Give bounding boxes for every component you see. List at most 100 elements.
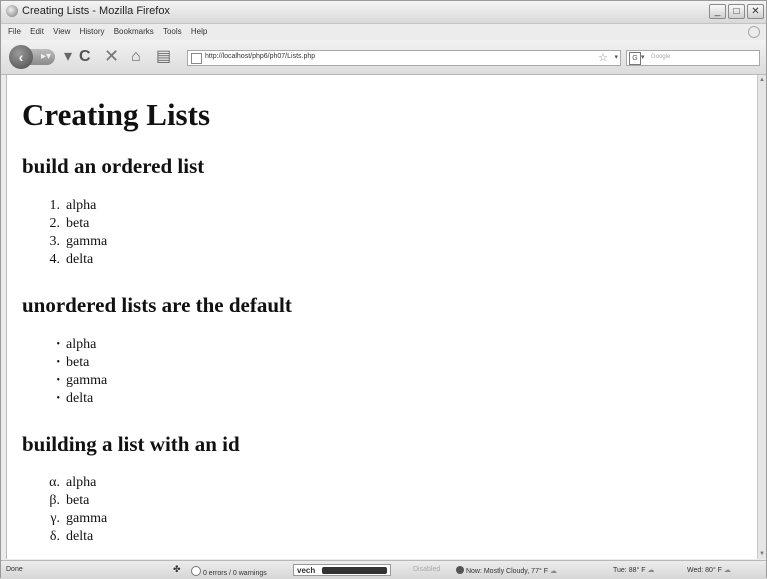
page-title: Creating Lists [22, 97, 211, 132]
vertical-scrollbar[interactable]: ▲ ▼ [757, 75, 766, 559]
weather-wed[interactable]: Wed: 80° F ☁ [687, 566, 731, 574]
firefox-icon [6, 5, 18, 17]
bullet-icon: • [56, 375, 60, 386]
list-item-text: gamma [66, 511, 108, 526]
navigation-toolbar: ▸▾ ‹ ▾ C ✕ ⌂ ▤ http://localhost/php6/ph0… [1, 40, 766, 75]
list-item: α. alpha [41, 474, 107, 492]
list-item: • gamma [41, 372, 107, 390]
disabled-status[interactable]: Disabled [413, 566, 440, 573]
dropdown-icon[interactable]: ▾ [64, 49, 72, 65]
list-item: 4. delta [41, 251, 107, 269]
weather-now[interactable]: Now: Mostly Cloudy, 77° F ☁ [456, 566, 557, 575]
menu-edit[interactable]: Edit [30, 24, 44, 39]
validator-status[interactable]: 0 errors / 0 warnings [191, 566, 267, 577]
menu-help[interactable]: Help [191, 24, 207, 39]
list-marker: β. [49, 493, 60, 508]
url-bar[interactable]: http://localhost/php6/ph07/Lists.php ☆ ▾ [187, 50, 621, 66]
section-heading-unordered: unordered lists are the default [22, 293, 292, 317]
close-button[interactable]: ✕ [747, 4, 764, 19]
scroll-down-icon[interactable]: ▼ [759, 551, 765, 557]
bullet-icon: • [56, 339, 60, 350]
status-bar: Done ✤ 0 errors / 0 warnings vech Disabl… [1, 560, 766, 579]
list-marker: 2. [49, 216, 61, 231]
weather-tue[interactable]: Tue: 88° F ☁ [613, 566, 654, 574]
search-engine-dropdown-icon[interactable]: ▾ [641, 53, 645, 61]
home-icon[interactable]: ⌂ [131, 49, 141, 65]
window-controls: _ □ ✕ [709, 4, 764, 19]
bookmark-star-icon[interactable]: ☆ [598, 51, 608, 64]
search-input[interactable]: Google [651, 54, 670, 60]
list-item: • alpha [41, 336, 107, 354]
list-item-text: delta [66, 391, 94, 406]
url-text[interactable]: http://localhost/php6/ph07/Lists.php [205, 53, 315, 60]
list-item-text: beta [66, 493, 90, 508]
validator-icon [191, 566, 201, 576]
list-item-text: delta [66, 252, 94, 267]
menu-history[interactable]: History [80, 24, 105, 39]
list-item: γ. gamma [41, 510, 107, 528]
unordered-list: • alpha • beta • gamma • delta [41, 336, 107, 408]
list-item-text: beta [66, 355, 90, 370]
title-bar: Creating Lists - Mozilla Firefox _ □ ✕ [1, 1, 766, 24]
section-heading-id: building a list with an id [22, 432, 240, 456]
weather-tue-text: Tue: 88° F [613, 567, 646, 574]
list-item-text: gamma [66, 234, 108, 249]
list-item-text: delta [66, 529, 94, 544]
list-item-text: alpha [66, 337, 97, 352]
back-button[interactable]: ‹ [9, 45, 33, 69]
menu-view[interactable]: View [53, 24, 70, 39]
bullet-icon: • [56, 357, 60, 368]
list-item-text: gamma [66, 373, 108, 388]
list-item: δ. delta [41, 528, 107, 546]
vech-bar [322, 567, 387, 574]
validator-text: 0 errors / 0 warnings [202, 570, 267, 577]
list-marker: 3. [49, 234, 61, 249]
list-marker: δ. [49, 529, 60, 544]
greek-list: α. alpha β. beta γ. gamma δ. delta [41, 474, 107, 546]
list-item-text: alpha [66, 198, 97, 213]
list-item: 3. gamma [41, 233, 108, 251]
vech-label: vech [297, 566, 316, 575]
list-item: • delta [41, 390, 107, 408]
stop-icon[interactable]: ✕ [104, 47, 119, 65]
menu-tools[interactable]: Tools [163, 24, 182, 39]
list-item: 1. alpha [41, 197, 107, 215]
throbber-icon [748, 26, 760, 38]
menu-file[interactable]: File [8, 24, 21, 39]
cloud-icon: ☁ [549, 568, 557, 575]
reload-icon[interactable]: C [79, 49, 91, 65]
search-engine-icon[interactable]: G [629, 52, 641, 65]
list-item: β. beta [41, 492, 107, 510]
vech-widget[interactable]: vech [293, 564, 391, 576]
status-text: Done [6, 566, 23, 573]
search-bar[interactable]: G ▾ Google [626, 50, 760, 66]
weather-now-text: Now: Mostly Cloudy, 77° F [465, 568, 548, 575]
list-item-text: alpha [66, 475, 97, 490]
cloud-icon: ☁ [647, 567, 655, 574]
list-marker: 1. [49, 198, 61, 213]
page-content: Creating Lists build an ordered list 1. a… [6, 75, 759, 559]
list-marker: 4. [49, 252, 61, 267]
maximize-button[interactable]: □ [728, 4, 745, 19]
browser-window: Creating Lists - Mozilla Firefox _ □ ✕ F… [0, 0, 767, 579]
addon-icon[interactable]: ✤ [173, 564, 181, 575]
window-title: Creating Lists - Mozilla Firefox [22, 5, 170, 17]
minimize-button[interactable]: _ [709, 4, 726, 19]
list-item-text: beta [66, 216, 90, 231]
screenshot-icon[interactable]: ▤ [156, 49, 171, 65]
weather-wed-text: Wed: 80° F [687, 567, 722, 574]
section-heading-ordered: build an ordered list [22, 154, 205, 178]
page-icon [191, 53, 202, 64]
ordered-list: 1. alpha 2. beta 3. gamma 4. delta [41, 197, 108, 269]
menu-bookmarks[interactable]: Bookmarks [114, 24, 154, 39]
url-dropdown-icon[interactable]: ▾ [614, 53, 618, 61]
list-item: 2. beta [41, 215, 107, 233]
cloud-icon: ☁ [723, 567, 731, 574]
bullet-icon: • [56, 393, 60, 404]
menu-bar: File Edit View History Bookmarks Tools H… [1, 24, 766, 39]
list-marker: α. [49, 475, 60, 490]
scroll-up-icon[interactable]: ▲ [759, 77, 765, 83]
list-marker: γ. [50, 511, 60, 526]
list-item: • beta [41, 354, 107, 372]
weather-globe-icon [456, 566, 464, 574]
